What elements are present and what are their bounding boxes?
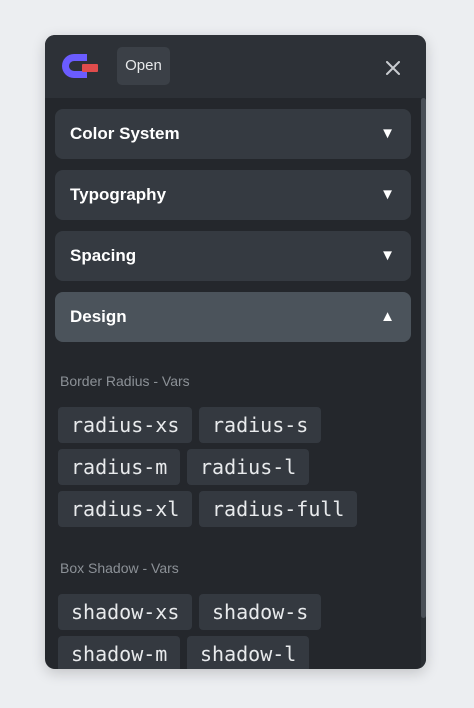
box-shadow-section-label: Box Shadow - Vars bbox=[60, 560, 179, 576]
scrollbar-thumb[interactable] bbox=[421, 98, 426, 618]
token-chip-shadow-m[interactable]: shadow-m bbox=[58, 636, 181, 669]
accordion-color-system[interactable]: Color System ▼ bbox=[55, 109, 411, 159]
open-button[interactable]: Open bbox=[117, 47, 170, 85]
chevron-up-icon: ▲ bbox=[380, 308, 395, 325]
token-chip-radius-m[interactable]: radius-m bbox=[58, 449, 181, 485]
token-chip-shadow-l[interactable]: shadow-l bbox=[187, 636, 310, 669]
accordion-design[interactable]: Design ▲ bbox=[55, 292, 411, 342]
chevron-down-icon: ▼ bbox=[380, 247, 395, 264]
accordion-label: Spacing bbox=[70, 246, 137, 265]
logo-icon bbox=[60, 51, 100, 81]
accordion-spacing[interactable]: Spacing ▼ bbox=[55, 231, 411, 281]
chevron-down-icon: ▼ bbox=[380, 186, 395, 203]
token-chip-radius-l[interactable]: radius-l bbox=[187, 449, 310, 485]
token-chip-shadow-xs[interactable]: shadow-xs bbox=[58, 594, 193, 630]
token-chip-radius-xl[interactable]: radius-xl bbox=[58, 491, 193, 527]
accordion-label: Color System bbox=[70, 124, 180, 143]
border-radius-section-label: Border Radius - Vars bbox=[60, 373, 190, 389]
token-chip-radius-xs[interactable]: radius-xs bbox=[58, 407, 193, 443]
close-icon[interactable] bbox=[381, 56, 405, 80]
accordion-label: Typography bbox=[70, 185, 167, 204]
token-chip-radius-s[interactable]: radius-s bbox=[199, 407, 322, 443]
accordion-typography[interactable]: Typography ▼ bbox=[55, 170, 411, 220]
accordion-label: Design bbox=[70, 307, 127, 326]
token-chip-radius-full[interactable]: radius-full bbox=[199, 491, 358, 527]
design-tokens-panel: Open Color System ▼ Typography ▼ Spacing… bbox=[45, 35, 426, 669]
scrollbar[interactable] bbox=[421, 98, 426, 669]
token-chip-shadow-s[interactable]: shadow-s bbox=[199, 594, 322, 630]
panel-header: Open bbox=[45, 35, 426, 98]
chevron-down-icon: ▼ bbox=[380, 125, 395, 142]
